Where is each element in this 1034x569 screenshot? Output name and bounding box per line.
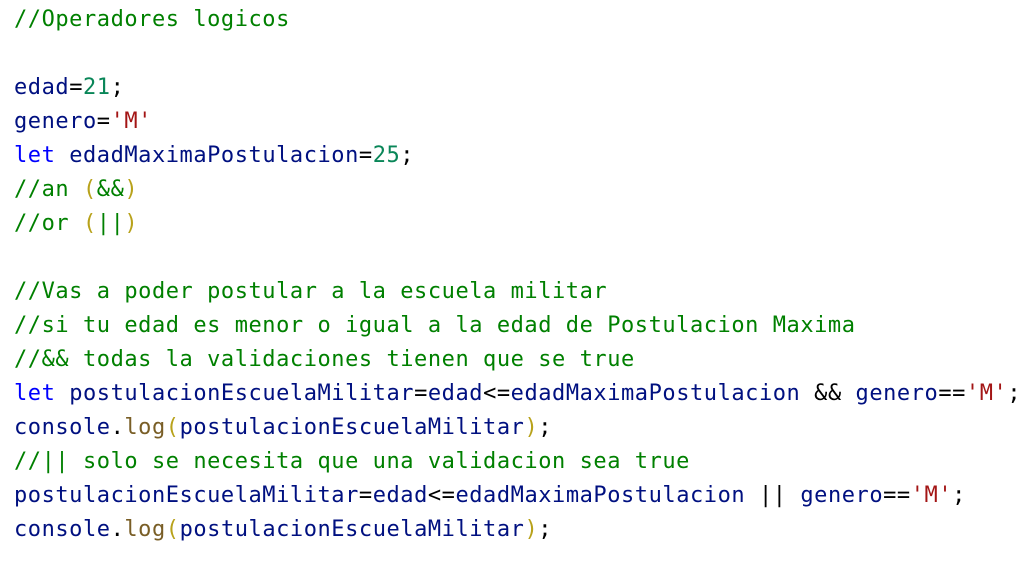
code-operator: && bbox=[800, 381, 856, 406]
code-operator: <= bbox=[483, 381, 511, 406]
code-comment: //&& todas la validaciones tienen que se… bbox=[14, 347, 635, 372]
code-identifier: edad bbox=[372, 483, 428, 508]
code-editor[interactable]: //Operadores logicos edad=21; genero='M' le… bbox=[0, 0, 1034, 569]
code-operator: = bbox=[358, 483, 373, 508]
code-operator: . bbox=[110, 517, 125, 542]
code-function: log bbox=[124, 517, 166, 542]
code-line[interactable]: let edadMaximaPostulacion=25; bbox=[14, 139, 1034, 173]
code-string: 'M' bbox=[110, 109, 152, 134]
code-comment: //or bbox=[14, 211, 83, 236]
code-operator: ; bbox=[400, 143, 415, 168]
code-identifier: edad bbox=[427, 381, 484, 406]
code-operator: == bbox=[938, 381, 966, 406]
code-operator: ; bbox=[538, 517, 553, 542]
code-identifier: postulacionEscuelaMilitar bbox=[69, 381, 415, 406]
code-identifier: genero bbox=[14, 109, 97, 134]
code-operator: ; bbox=[538, 415, 553, 440]
code-comment: //Operadores logicos bbox=[14, 7, 290, 32]
code-operator: ; bbox=[1007, 381, 1022, 406]
code-number: 21 bbox=[82, 75, 111, 100]
code-identifier: postulacionEscuelaMilitar bbox=[179, 517, 525, 542]
code-operator: = bbox=[414, 381, 428, 406]
code-identifier: postulacionEscuelaMilitar bbox=[14, 483, 359, 508]
code-line[interactable]: //or (||) bbox=[14, 207, 1034, 241]
code-identifier: edad bbox=[14, 75, 70, 100]
code-operator: = bbox=[358, 143, 373, 168]
code-line[interactable]: let postulacionEscuelaMilitar=edad<=edad… bbox=[14, 377, 1034, 411]
code-operator: = bbox=[69, 75, 83, 100]
code-operator: <= bbox=[427, 483, 456, 508]
code-identifier: console bbox=[14, 415, 111, 440]
code-comment: //si tu edad es menor o igual a la edad … bbox=[14, 313, 856, 338]
code-identifier: postulacionEscuelaMilitar bbox=[179, 415, 525, 440]
code-keyword: let bbox=[14, 143, 56, 168]
code-string: 'M' bbox=[965, 381, 1008, 406]
code-operator: || bbox=[745, 483, 801, 508]
code-identifier: genero bbox=[855, 381, 939, 406]
code-operator: . bbox=[110, 415, 125, 440]
code-line[interactable]: edad=21; bbox=[14, 71, 1034, 105]
code-identifier: genero bbox=[800, 483, 884, 508]
code-line[interactable]: //si tu edad es menor o igual a la edad … bbox=[14, 309, 1034, 343]
code-identifier: edadMaximaPostulacion bbox=[455, 483, 746, 508]
code-bracket: ) bbox=[524, 517, 539, 542]
code-line[interactable]: //&& todas la validaciones tienen que se… bbox=[14, 343, 1034, 377]
code-bracket: ( bbox=[165, 415, 180, 440]
code-operator: ; bbox=[952, 483, 966, 508]
code-comment: //an bbox=[14, 177, 83, 202]
code-comment: && bbox=[96, 177, 125, 202]
code-keyword: let bbox=[14, 381, 56, 406]
code-operator: == bbox=[883, 483, 911, 508]
code-bracket: ) bbox=[124, 177, 139, 202]
code-bracket: ) bbox=[124, 211, 139, 236]
code-line[interactable]: //|| solo se necesita que una validacion… bbox=[14, 445, 1034, 479]
code-line[interactable]: //an (&&) bbox=[14, 173, 1034, 207]
code-line[interactable]: postulacionEscuelaMilitar=edad<=edadMaxi… bbox=[14, 479, 1034, 513]
code-bracket: ( bbox=[82, 211, 97, 236]
code-line[interactable]: genero='M' bbox=[14, 105, 1034, 139]
code-identifier: console bbox=[14, 517, 111, 542]
code-identifier: edadMaximaPostulacion bbox=[69, 143, 359, 168]
code-number: 25 bbox=[372, 143, 401, 168]
code-comment: //Vas a poder postular a la escuela mili… bbox=[14, 279, 608, 304]
code-string: 'M' bbox=[910, 483, 953, 508]
code-bracket: ( bbox=[82, 177, 97, 202]
code-function: log bbox=[124, 415, 166, 440]
code-operator: ; bbox=[110, 75, 125, 100]
code-bracket: ) bbox=[524, 415, 539, 440]
code-comment: || bbox=[96, 211, 125, 236]
code-line[interactable] bbox=[14, 37, 1034, 71]
code-line[interactable]: console.log(postulacionEscuelaMilitar); bbox=[14, 513, 1034, 547]
code-line[interactable] bbox=[14, 241, 1034, 275]
code-identifier: edadMaximaPostulacion bbox=[510, 381, 801, 406]
code-bracket: ( bbox=[165, 517, 180, 542]
code-line[interactable]: //Vas a poder postular a la escuela mili… bbox=[14, 275, 1034, 309]
code-comment: //|| solo se necesita que una validacion… bbox=[14, 449, 690, 474]
code-line[interactable]: //Operadores logicos bbox=[14, 3, 1034, 37]
code-line[interactable]: console.log(postulacionEscuelaMilitar); bbox=[14, 411, 1034, 445]
code-operator: = bbox=[96, 109, 111, 134]
